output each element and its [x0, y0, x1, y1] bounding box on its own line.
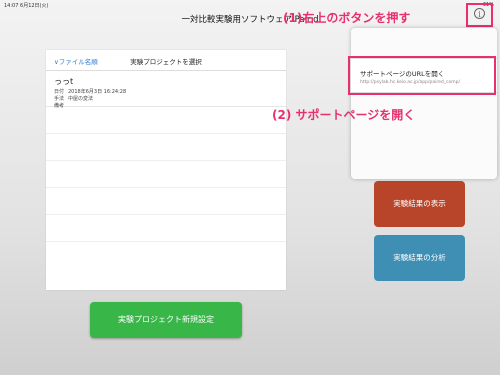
empty-row [46, 134, 286, 161]
empty-row [46, 188, 286, 215]
project-name: っっt [54, 77, 74, 86]
empty-row [46, 161, 286, 188]
app-title: 一対比較実験用ソフトウェア Pair d [181, 15, 319, 25]
support-popover: サポートページのURLを開く http://psylab.hc.keio.ac.… [351, 28, 497, 179]
project-list: ∨ファイル名順 実験プロジェクトを選択 っっt 日付 2018年6月3日 16:2… [46, 50, 286, 290]
status-time-date: 14:07 6月12日(火) [4, 3, 49, 9]
annotation-step1: (1)右上のボタンを押す [283, 11, 411, 25]
annotation-step2: (2) サポートページを開く [272, 108, 416, 122]
project-date: 日付 2018年6月3日 16:24:28 [54, 89, 127, 95]
info-icon[interactable]: i [474, 8, 485, 19]
show-results-button[interactable]: 実験結果の表示 [374, 181, 465, 227]
list-header: ∨ファイル名順 実験プロジェクトを選択 [46, 50, 286, 71]
empty-row [46, 215, 286, 242]
new-project-button[interactable]: 実験プロジェクト新規設定 [90, 302, 242, 338]
list-item[interactable]: っっt 日付 2018年6月3日 16:24:28 手法 中屋の変法 備考 [46, 71, 286, 109]
empty-row [46, 107, 286, 134]
list-title: 実験プロジェクトを選択 [130, 58, 202, 66]
project-method: 手法 中屋の変法 [54, 96, 94, 102]
analyze-results-button[interactable]: 実験結果の分析 [374, 235, 465, 281]
support-item-highlight [348, 56, 496, 95]
status-bar: 14:07 6月12日(火) 31% [0, 0, 500, 10]
